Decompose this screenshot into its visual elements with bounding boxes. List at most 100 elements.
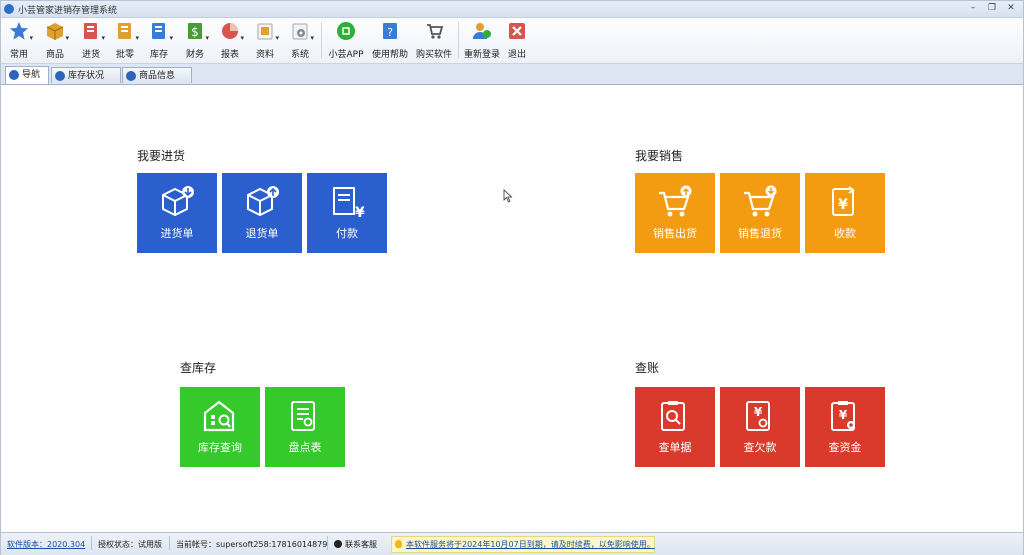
checklist-icon — [291, 401, 315, 431]
document-query-tile[interactable]: 查单据 — [635, 387, 715, 467]
toolbar-inventory-label: 库存 — [149, 50, 168, 60]
toolbar-separator — [458, 22, 459, 58]
inventory-query-tile[interactable]: 库存查询 — [180, 387, 260, 467]
payment-tile[interactable]: ¥ 付款 — [307, 173, 387, 253]
close-icon[interactable]: ✕ — [1005, 3, 1017, 14]
document-search-icon — [661, 401, 685, 431]
toolbar-relogin-button[interactable]: 重新登录 — [461, 20, 503, 62]
toolbar-goods-label: 商品 — [45, 50, 64, 60]
purchase-icon — [81, 21, 101, 41]
lightbulb-icon — [395, 540, 402, 548]
warehouse-search-icon — [203, 400, 235, 432]
toolbar-finance-button[interactable]: $ ▾ 财务 — [181, 20, 209, 62]
exit-icon — [507, 21, 527, 41]
tab-inventory-status[interactable]: 库存状况 — [51, 67, 121, 83]
cart-out-icon — [659, 185, 692, 217]
toolbar-exit-button[interactable]: 退出 — [504, 20, 530, 62]
toolbar-help-button[interactable]: ? 使用帮助 — [369, 20, 411, 62]
group-title-stock: 查库存 — [180, 361, 217, 375]
chevron-down-icon: ▾ — [101, 34, 105, 42]
status-divider — [327, 536, 328, 550]
toolbar-retail-label: 批零 — [115, 50, 134, 60]
group-title-sales: 我要销售 — [635, 149, 684, 163]
tab-icon — [55, 71, 65, 81]
svg-text:?: ? — [387, 26, 393, 39]
tab-label: 库存状况 — [68, 71, 105, 81]
tile-label: 库存查询 — [198, 441, 242, 454]
toolbar-report-button[interactable]: ▾ 报表 — [216, 20, 244, 62]
debt-query-tile[interactable]: ¥ 查欠款 — [720, 387, 800, 467]
toolbar-app-button[interactable]: 小芸APP — [326, 20, 366, 62]
status-bar: 软件版本：2020.304 授权状态：试用版 当前帐号：supersoft258… — [1, 532, 1023, 555]
svg-text:¥: ¥ — [355, 205, 365, 219]
navigation-panel: 我要进货 进货单 退货单 ¥ 付款 我要销售 销售出货 销售退货 ¥ 收款 查库… — [1, 85, 1023, 531]
app-icon — [336, 21, 356, 41]
toolbar-relogin-label: 重新登录 — [463, 50, 500, 60]
cart-icon — [424, 21, 444, 41]
toolbar-goods-button[interactable]: ▾ 商品 — [41, 20, 69, 62]
receive-payment-icon: ¥ — [832, 186, 855, 216]
chevron-down-icon: ▾ — [29, 34, 33, 42]
purchase-return-tile[interactable]: 退货单 — [222, 173, 302, 253]
minimize-icon[interactable]: – — [967, 3, 979, 14]
tab-label: 商品信息 — [139, 71, 176, 81]
funds-query-tile[interactable]: ¥ 查资金 — [805, 387, 885, 467]
toolbar-buy-label: 购买软件 — [415, 50, 452, 60]
toolbar-buy-button[interactable]: 购买软件 — [413, 20, 455, 62]
status-divider — [169, 536, 170, 550]
star-icon — [9, 21, 29, 41]
cart-return-icon — [744, 185, 777, 217]
contact-support-label: 联系客服 — [345, 540, 377, 549]
tile-label: 盘点表 — [288, 441, 322, 454]
toolbar-common-button[interactable]: ▾ 常用 — [5, 20, 33, 62]
restore-icon[interactable]: ❐ — [986, 3, 998, 14]
tab-product-info[interactable]: 商品信息 — [122, 67, 192, 83]
tile-label: 进货单 — [160, 227, 194, 240]
svg-text:¥: ¥ — [754, 405, 763, 419]
toolbar-report-label: 报表 — [220, 50, 239, 60]
report-icon — [220, 21, 240, 41]
debt-search-icon: ¥ — [746, 401, 770, 431]
chevron-down-icon: ▾ — [275, 34, 279, 42]
tile-label: 收款 — [834, 227, 856, 240]
tab-navigation[interactable]: 导航 — [5, 66, 49, 84]
expiry-notice[interactable]: 本软件服务将于2024年10月07日到期，请及时续费，以免影响使用。 — [391, 536, 655, 553]
funds-search-icon: ¥ — [831, 401, 855, 431]
tile-label: 查单据 — [658, 441, 692, 454]
toolbar-system-button[interactable]: ▾ 系统 — [286, 20, 314, 62]
chevron-down-icon: ▾ — [240, 34, 244, 42]
current-account: 当前帐号：supersoft258:17816014879 — [176, 540, 328, 549]
sales-delivery-tile[interactable]: 销售出货 — [635, 173, 715, 253]
toolbar-exit-label: 退出 — [507, 50, 526, 60]
purchase-order-tile[interactable]: 进货单 — [137, 173, 217, 253]
finance-icon: $ — [185, 21, 205, 41]
toolbar-retail-button[interactable]: ▾ 批零 — [111, 20, 139, 62]
box-icon — [45, 21, 65, 41]
license-status: 授权状态：试用版 — [98, 540, 162, 549]
svg-text:$: $ — [191, 25, 199, 39]
tile-label: 退货单 — [245, 227, 279, 240]
main-window: 小芸管家进销存管理系统 – ❐ ✕ ▾ 常用 ▾ 商品 ▾ 进货 ▾ 批零 ▾ … — [0, 0, 1024, 555]
contact-support-button[interactable]: 联系客服 — [334, 539, 377, 550]
toolbar-common-label: 常用 — [9, 50, 28, 60]
receive-payment-tile[interactable]: ¥ 收款 — [805, 173, 885, 253]
tile-label: 销售出货 — [653, 227, 697, 240]
toolbar-separator — [321, 22, 322, 58]
toolbar-purchase-button[interactable]: ▾ 进货 — [77, 20, 105, 62]
software-version-link[interactable]: 软件版本：2020.304 — [7, 539, 85, 550]
expiry-notice-text: 本软件服务将于2024年10月07日到期，请及时续费，以免影响使用。 — [406, 540, 655, 549]
qq-icon — [334, 540, 342, 548]
tab-icon — [126, 71, 136, 81]
box-in-icon — [162, 186, 194, 217]
toolbar-inventory-button[interactable]: ▾ 库存 — [145, 20, 173, 62]
tile-label: 付款 — [336, 227, 358, 240]
sales-return-tile[interactable]: 销售退货 — [720, 173, 800, 253]
app-logo-icon — [4, 4, 14, 14]
stocktake-sheet-tile[interactable]: 盘点表 — [265, 387, 345, 467]
mouse-cursor-icon — [503, 189, 513, 203]
data-icon — [255, 21, 275, 41]
toolbar-purchase-label: 进货 — [81, 50, 100, 60]
toolbar-data-button[interactable]: ▾ 资料 — [251, 20, 279, 62]
chevron-down-icon: ▾ — [205, 34, 209, 42]
chevron-down-icon: ▾ — [65, 34, 69, 42]
